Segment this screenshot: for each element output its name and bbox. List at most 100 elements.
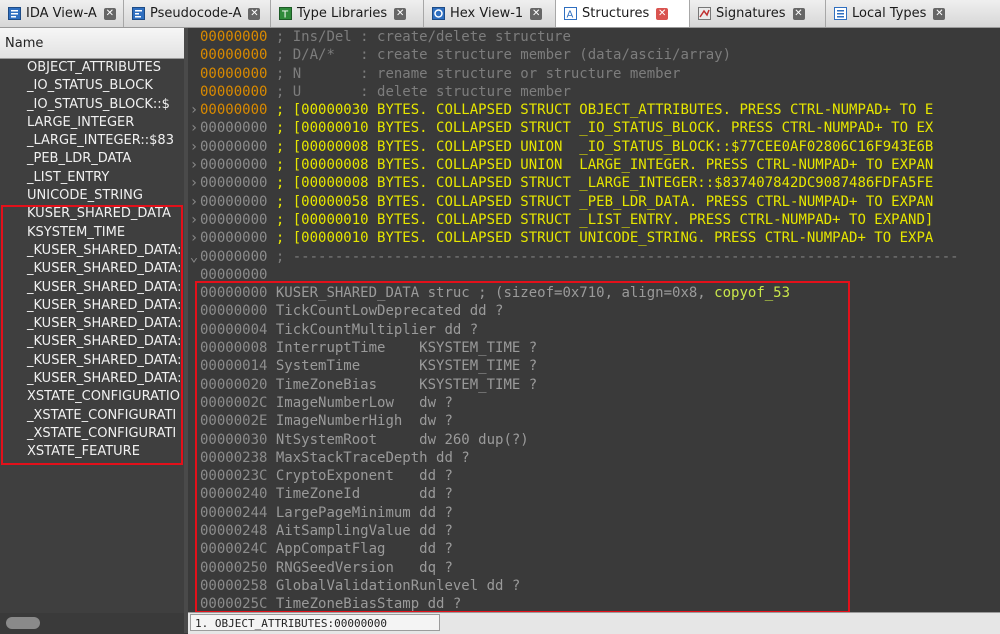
- close-icon[interactable]: ✕: [248, 7, 261, 20]
- tab-label: Local Types: [852, 6, 927, 21]
- struct-member-line[interactable]: 0000024C AppCompatFlag dd ?: [188, 540, 1000, 558]
- struct-member-line[interactable]: 00000004 TickCountMultiplier dd ?: [188, 321, 1000, 339]
- close-icon[interactable]: ✕: [933, 7, 946, 20]
- tab-bar: IDA View-A ✕ Pseudocode-A ✕ T Type Libra…: [0, 0, 1000, 28]
- tab-label: Signatures: [716, 6, 786, 21]
- expand-chevron-icon[interactable]: ›: [188, 138, 200, 156]
- expand-chevron-icon[interactable]: ›: [188, 174, 200, 192]
- copyof-link[interactable]: copyof_53: [714, 285, 790, 301]
- list-item[interactable]: LARGE_INTEGER: [0, 114, 184, 132]
- horizontal-scrollbar[interactable]: [0, 613, 184, 633]
- tab-signatures[interactable]: Signatures ✕: [690, 0, 826, 27]
- collapsed-struct-line[interactable]: › 00000000 ; [00000008 BYTES. COLLAPSED S…: [188, 174, 1000, 192]
- structures-icon: A: [564, 7, 577, 21]
- expand-chevron-icon[interactable]: ›: [188, 193, 200, 211]
- ida-view-icon: [8, 7, 21, 20]
- location-status[interactable]: 1. OBJECT_ATTRIBUTES:00000000: [190, 614, 440, 631]
- struct-member-line[interactable]: 0000002E ImageNumberHigh dw ?: [188, 412, 1000, 430]
- tab-label: Hex View-1: [450, 6, 524, 21]
- tab-pseudocode-a[interactable]: Pseudocode-A ✕: [124, 0, 271, 27]
- svg-text:A: A: [567, 10, 574, 21]
- list-item[interactable]: _IO_STATUS_BLOCK::$: [0, 96, 184, 114]
- tab-ida-view-a[interactable]: IDA View-A ✕: [0, 0, 124, 27]
- list-item[interactable]: KSYSTEM_TIME: [0, 224, 184, 242]
- struct-member-line[interactable]: 00000258 GlobalValidationRunlevel dd ?: [188, 577, 1000, 595]
- expand-chevron-icon[interactable]: ›: [188, 211, 200, 229]
- tab-label: IDA View-A: [26, 6, 97, 21]
- struct-member-line[interactable]: 00000020 TimeZoneBias KSYSTEM_TIME ?: [188, 376, 1000, 394]
- struct-member-line[interactable]: 00000248 AitSamplingValue dd ?: [188, 522, 1000, 540]
- expand-chevron-icon[interactable]: ›: [188, 156, 200, 174]
- collapsed-struct-line[interactable]: › 00000000 ; [00000010 BYTES. COLLAPSED S…: [188, 229, 1000, 247]
- list-item[interactable]: _KUSER_SHARED_DATA:: [0, 297, 184, 315]
- structure-list[interactable]: OBJECT_ATTRIBUTES _IO_STATUS_BLOCK _IO_S…: [0, 59, 184, 614]
- status-bar: 1. OBJECT_ATTRIBUTES:00000000: [188, 612, 1000, 634]
- close-icon[interactable]: ✕: [656, 7, 669, 20]
- close-icon[interactable]: ✕: [530, 7, 543, 20]
- name-column-header[interactable]: Name: [0, 28, 184, 59]
- struct-member-line[interactable]: 00000244 LargePageMinimum dd ?: [188, 504, 1000, 522]
- close-icon[interactable]: ✕: [103, 7, 116, 20]
- collapsed-struct-line[interactable]: › 00000000 ; [00000008 BYTES. COLLAPSED U…: [188, 138, 1000, 156]
- collapsed-struct-line[interactable]: › 00000000 ; [00000030 BYTES. COLLAPSED S…: [188, 101, 1000, 119]
- collapsed-struct-line[interactable]: › 00000000 ; [00000058 BYTES. COLLAPSED S…: [188, 193, 1000, 211]
- collapsed-struct-line[interactable]: › 00000000 ; [00000010 BYTES. COLLAPSED S…: [188, 119, 1000, 137]
- list-item[interactable]: _KUSER_SHARED_DATA:: [0, 315, 184, 333]
- tab-type-libraries[interactable]: T Type Libraries ✕: [271, 0, 424, 27]
- struct-member-line[interactable]: 0000025C TimeZoneBiasStamp dd ?: [188, 595, 1000, 612]
- list-item[interactable]: _XSTATE_CONFIGURATI: [0, 425, 184, 443]
- list-item[interactable]: KUSER_SHARED_DATA: [0, 205, 184, 223]
- tab-label: Structures: [582, 6, 650, 21]
- expand-chevron-icon[interactable]: ›: [188, 119, 200, 137]
- svg-text:T: T: [281, 10, 289, 21]
- list-item[interactable]: _PEB_LDR_DATA: [0, 150, 184, 168]
- blank-line: 00000000: [200, 266, 268, 283]
- struct-header-line[interactable]: 00000000 KUSER_SHARED_DATA struc ; (size…: [188, 284, 1000, 302]
- list-item[interactable]: OBJECT_ATTRIBUTES: [0, 59, 184, 77]
- list-item[interactable]: _LARGE_INTEGER::$83: [0, 132, 184, 150]
- tab-structures[interactable]: A Structures ✕: [556, 0, 690, 27]
- struct-member-line[interactable]: 0000023C CryptoExponent dd ?: [188, 467, 1000, 485]
- list-item[interactable]: UNICODE_STRING: [0, 187, 184, 205]
- tab-label: Pseudocode-A: [150, 6, 242, 21]
- close-icon[interactable]: ✕: [394, 7, 407, 20]
- tab-hex-view-1[interactable]: Hex View-1 ✕: [424, 0, 556, 27]
- list-item[interactable]: _KUSER_SHARED_DATA:: [0, 260, 184, 278]
- struct-member-line[interactable]: 00000250 RNGSeedVersion dq ?: [188, 559, 1000, 577]
- type-libraries-icon: T: [279, 7, 292, 21]
- collapse-chevron-icon[interactable]: ⌄: [188, 248, 200, 266]
- list-item[interactable]: _IO_STATUS_BLOCK: [0, 77, 184, 95]
- struct-member-line[interactable]: 00000014 SystemTime KSYSTEM_TIME ?: [188, 357, 1000, 375]
- pseudocode-icon: [132, 7, 145, 20]
- tab-local-types[interactable]: Local Types ✕: [826, 0, 1000, 27]
- collapsed-struct-line[interactable]: › 00000000 ; [00000008 BYTES. COLLAPSED U…: [188, 156, 1000, 174]
- tab-label: Type Libraries: [297, 6, 388, 21]
- list-item[interactable]: _KUSER_SHARED_DATA:: [0, 242, 184, 260]
- expand-chevron-icon[interactable]: ›: [188, 229, 200, 247]
- close-icon[interactable]: ✕: [792, 7, 805, 20]
- list-item[interactable]: _LIST_ENTRY: [0, 169, 184, 187]
- help-line: 00000000 ; U : delete structure member: [200, 83, 571, 100]
- list-item[interactable]: _KUSER_SHARED_DATA:: [0, 279, 184, 297]
- scrollbar-thumb[interactable]: [6, 617, 40, 629]
- list-item[interactable]: XSTATE_CONFIGURATIO: [0, 388, 184, 406]
- struct-member-line[interactable]: 00000238 MaxStackTraceDepth dd ?: [188, 449, 1000, 467]
- list-item[interactable]: _KUSER_SHARED_DATA:: [0, 352, 184, 370]
- expand-chevron-icon[interactable]: ›: [188, 101, 200, 119]
- list-item[interactable]: _KUSER_SHARED_DATA:: [0, 370, 184, 388]
- list-item[interactable]: _KUSER_SHARED_DATA:: [0, 333, 184, 351]
- struct-member-line[interactable]: 00000030 NtSystemRoot dw 260 dup(?): [188, 431, 1000, 449]
- list-item[interactable]: XSTATE_FEATURE: [0, 443, 184, 461]
- help-line: 00000000 ; Ins/Del : create/delete struc…: [200, 29, 571, 45]
- collapsed-struct-line[interactable]: › 00000000 ; [00000010 BYTES. COLLAPSED S…: [188, 211, 1000, 229]
- struct-member-line[interactable]: 00000000 TickCountLowDeprecated dd ?: [188, 302, 1000, 320]
- list-item[interactable]: _XSTATE_CONFIGURATI: [0, 407, 184, 425]
- struct-member-line[interactable]: 0000002C ImageNumberLow dw ?: [188, 394, 1000, 412]
- signatures-icon: [698, 7, 711, 20]
- struct-member-line[interactable]: 00000240 TimeZoneId dd ?: [188, 485, 1000, 503]
- separator-line: ⌄ 00000000 ; ----------------------------…: [188, 248, 959, 266]
- struct-member-line[interactable]: 00000008 InterruptTime KSYSTEM_TIME ?: [188, 339, 1000, 357]
- structure-view[interactable]: 00000000 ; Ins/Del : create/delete struc…: [188, 28, 1000, 612]
- structure-list-panel: Name OBJECT_ATTRIBUTES _IO_STATUS_BLOCK …: [0, 28, 184, 633]
- help-line: 00000000 ; N : rename structure or struc…: [200, 65, 681, 82]
